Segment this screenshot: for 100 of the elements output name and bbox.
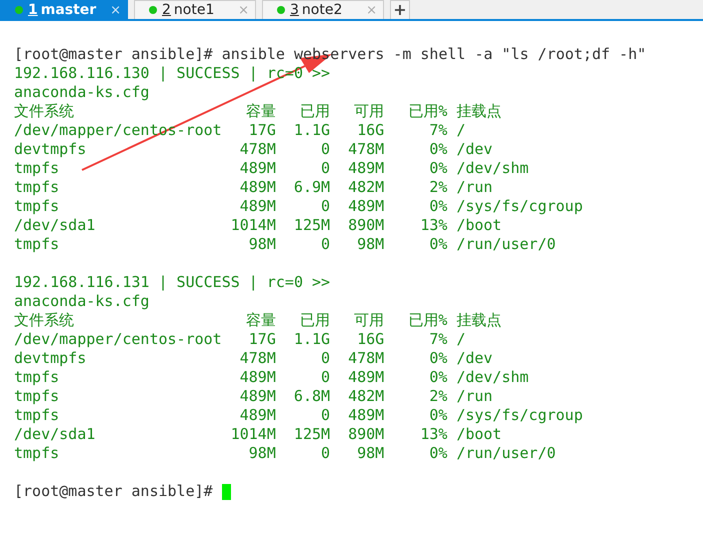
- command-text: ansible webservers -m shell -a "ls /root;df -h": [222, 45, 646, 64]
- df-cell-text: 0%: [428, 197, 448, 216]
- output-line: anaconda-ks.cfg: [14, 292, 150, 311]
- df-cell-text: 7%: [428, 121, 448, 140]
- df-cell-text: devtmpfs: [14, 140, 88, 159]
- df-cell-text: /dev/shm: [456, 368, 530, 387]
- df-cell-text: 0: [320, 159, 330, 178]
- df-cell-text: tmpfs: [14, 159, 60, 178]
- df-cell-text: 0%: [428, 444, 448, 463]
- df-cell: /sys/fs/cgroup: [456, 197, 583, 216]
- df-cell-text: 125M: [292, 425, 330, 444]
- df-cell-text: /run: [456, 178, 494, 197]
- df-cell-text: /dev: [456, 349, 494, 368]
- status-line: 192.168.116.131 | SUCCESS | rc=0 >>: [14, 273, 330, 292]
- df-cell-text: /run: [456, 387, 494, 406]
- new-tab-button[interactable]: +: [390, 0, 410, 19]
- close-icon[interactable]: ×: [366, 2, 377, 18]
- df-cell-text: 1.1G: [292, 121, 330, 140]
- df-cell-text: /: [456, 121, 466, 140]
- df-cell-text: 98M: [356, 235, 384, 254]
- df-cell-text: 482M: [347, 178, 384, 197]
- df-cell-text: 489M: [238, 159, 276, 178]
- column-header: 已用%: [407, 102, 448, 121]
- df-cell-text: 0: [320, 406, 330, 425]
- df-cell-text: /dev: [456, 140, 494, 159]
- df-cell-text: /dev/sda1: [14, 216, 96, 235]
- df-cell: /sys/fs/cgroup: [456, 406, 583, 425]
- df-cell-text: 489M: [347, 197, 384, 216]
- df-cell-text: 2%: [428, 387, 448, 406]
- df-cell-text: /boot: [456, 216, 503, 235]
- df-cell-text: 0%: [428, 406, 448, 425]
- df-cell-text: devtmpfs: [14, 349, 88, 368]
- df-cell-text: 0: [320, 368, 330, 387]
- shell-prompt: [root@master ansible]#: [14, 45, 213, 64]
- df-cell-text: 478M: [347, 349, 384, 368]
- df-cell-text: 482M: [347, 387, 384, 406]
- terminal-tab[interactable]: 2 note1 ×: [134, 0, 256, 19]
- close-icon[interactable]: ×: [238, 2, 249, 18]
- output-line: anaconda-ks.cfg: [14, 83, 150, 102]
- df-cell-text: tmpfs: [14, 235, 60, 254]
- terminal-tab[interactable]: 3 note2 ×: [262, 0, 384, 19]
- df-cell-text: 890M: [347, 425, 384, 444]
- df-cell-text: tmpfs: [14, 387, 60, 406]
- df-cell-text: 489M: [238, 178, 276, 197]
- df-cell-text: 13%: [419, 425, 448, 444]
- df-cell-text: 1014M: [230, 216, 276, 235]
- df-cell-text: 489M: [347, 406, 384, 425]
- df-cell-text: 1.1G: [292, 330, 330, 349]
- df-cell-text: 0: [320, 444, 330, 463]
- df-cell-text: 6.9M: [292, 178, 330, 197]
- df-cell-text: 0%: [428, 140, 448, 159]
- df-cell-text: 489M: [347, 159, 384, 178]
- column-header: 已用: [299, 102, 330, 121]
- df-cell-text: 0: [320, 140, 330, 159]
- df-cell-text: 98M: [356, 444, 384, 463]
- df-cell-text: /run/user/0: [456, 444, 557, 463]
- df-cell-text: 1014M: [230, 425, 276, 444]
- df-cell-text: 0%: [428, 159, 448, 178]
- column-header: 挂载点: [456, 311, 502, 330]
- column-header: 文件系统: [14, 311, 75, 330]
- column-header: 容量: [244, 311, 276, 330]
- df-cell: /dev/mapper/centos-root: [14, 330, 222, 349]
- column-header: 文件系统: [14, 102, 75, 121]
- df-cell-text: tmpfs: [14, 197, 60, 216]
- df-cell-text: 0%: [428, 368, 448, 387]
- df-cell-text: 0: [320, 197, 330, 216]
- column-header: 可用: [353, 311, 384, 330]
- df-cell-text: 125M: [292, 216, 330, 235]
- df-cell-text: tmpfs: [14, 406, 60, 425]
- df-cell-text: 890M: [347, 216, 384, 235]
- df-cell-text: 98M: [248, 444, 276, 463]
- df-cell-text: 13%: [419, 216, 448, 235]
- df-cell-text: /dev/sda1: [14, 425, 96, 444]
- df-cell-text: 489M: [238, 387, 276, 406]
- df-cell-text: 0%: [428, 349, 448, 368]
- column-header: 挂载点: [456, 102, 502, 121]
- df-cell-text: /boot: [456, 425, 503, 444]
- column-header: 容量: [244, 102, 276, 121]
- df-cell-text: 0: [320, 349, 330, 368]
- df-cell-text: 7%: [428, 330, 448, 349]
- df-cell-text: 478M: [238, 140, 276, 159]
- shell-prompt: [root@master ansible]#: [14, 482, 213, 501]
- df-cell-text: 17G: [248, 330, 276, 349]
- text-cursor: [222, 484, 231, 500]
- df-cell-text: 16G: [356, 330, 384, 349]
- close-icon[interactable]: ×: [110, 2, 121, 18]
- df-cell-text: tmpfs: [14, 444, 60, 463]
- df-cell-text: tmpfs: [14, 178, 60, 197]
- terminal-tab[interactable]: 1 master ×: [0, 0, 128, 19]
- df-cell-text: 17G: [248, 121, 276, 140]
- df-cell-text: 489M: [347, 368, 384, 387]
- df-cell-text: 478M: [347, 140, 384, 159]
- column-header: 已用: [299, 311, 330, 330]
- df-cell-text: 6.8M: [292, 387, 330, 406]
- df-cell-text: /: [456, 330, 466, 349]
- column-header: 已用%: [407, 311, 448, 330]
- df-cell-text: 0%: [428, 235, 448, 254]
- df-cell-text: 489M: [238, 406, 276, 425]
- df-cell-text: 489M: [238, 197, 276, 216]
- df-cell-text: 478M: [238, 349, 276, 368]
